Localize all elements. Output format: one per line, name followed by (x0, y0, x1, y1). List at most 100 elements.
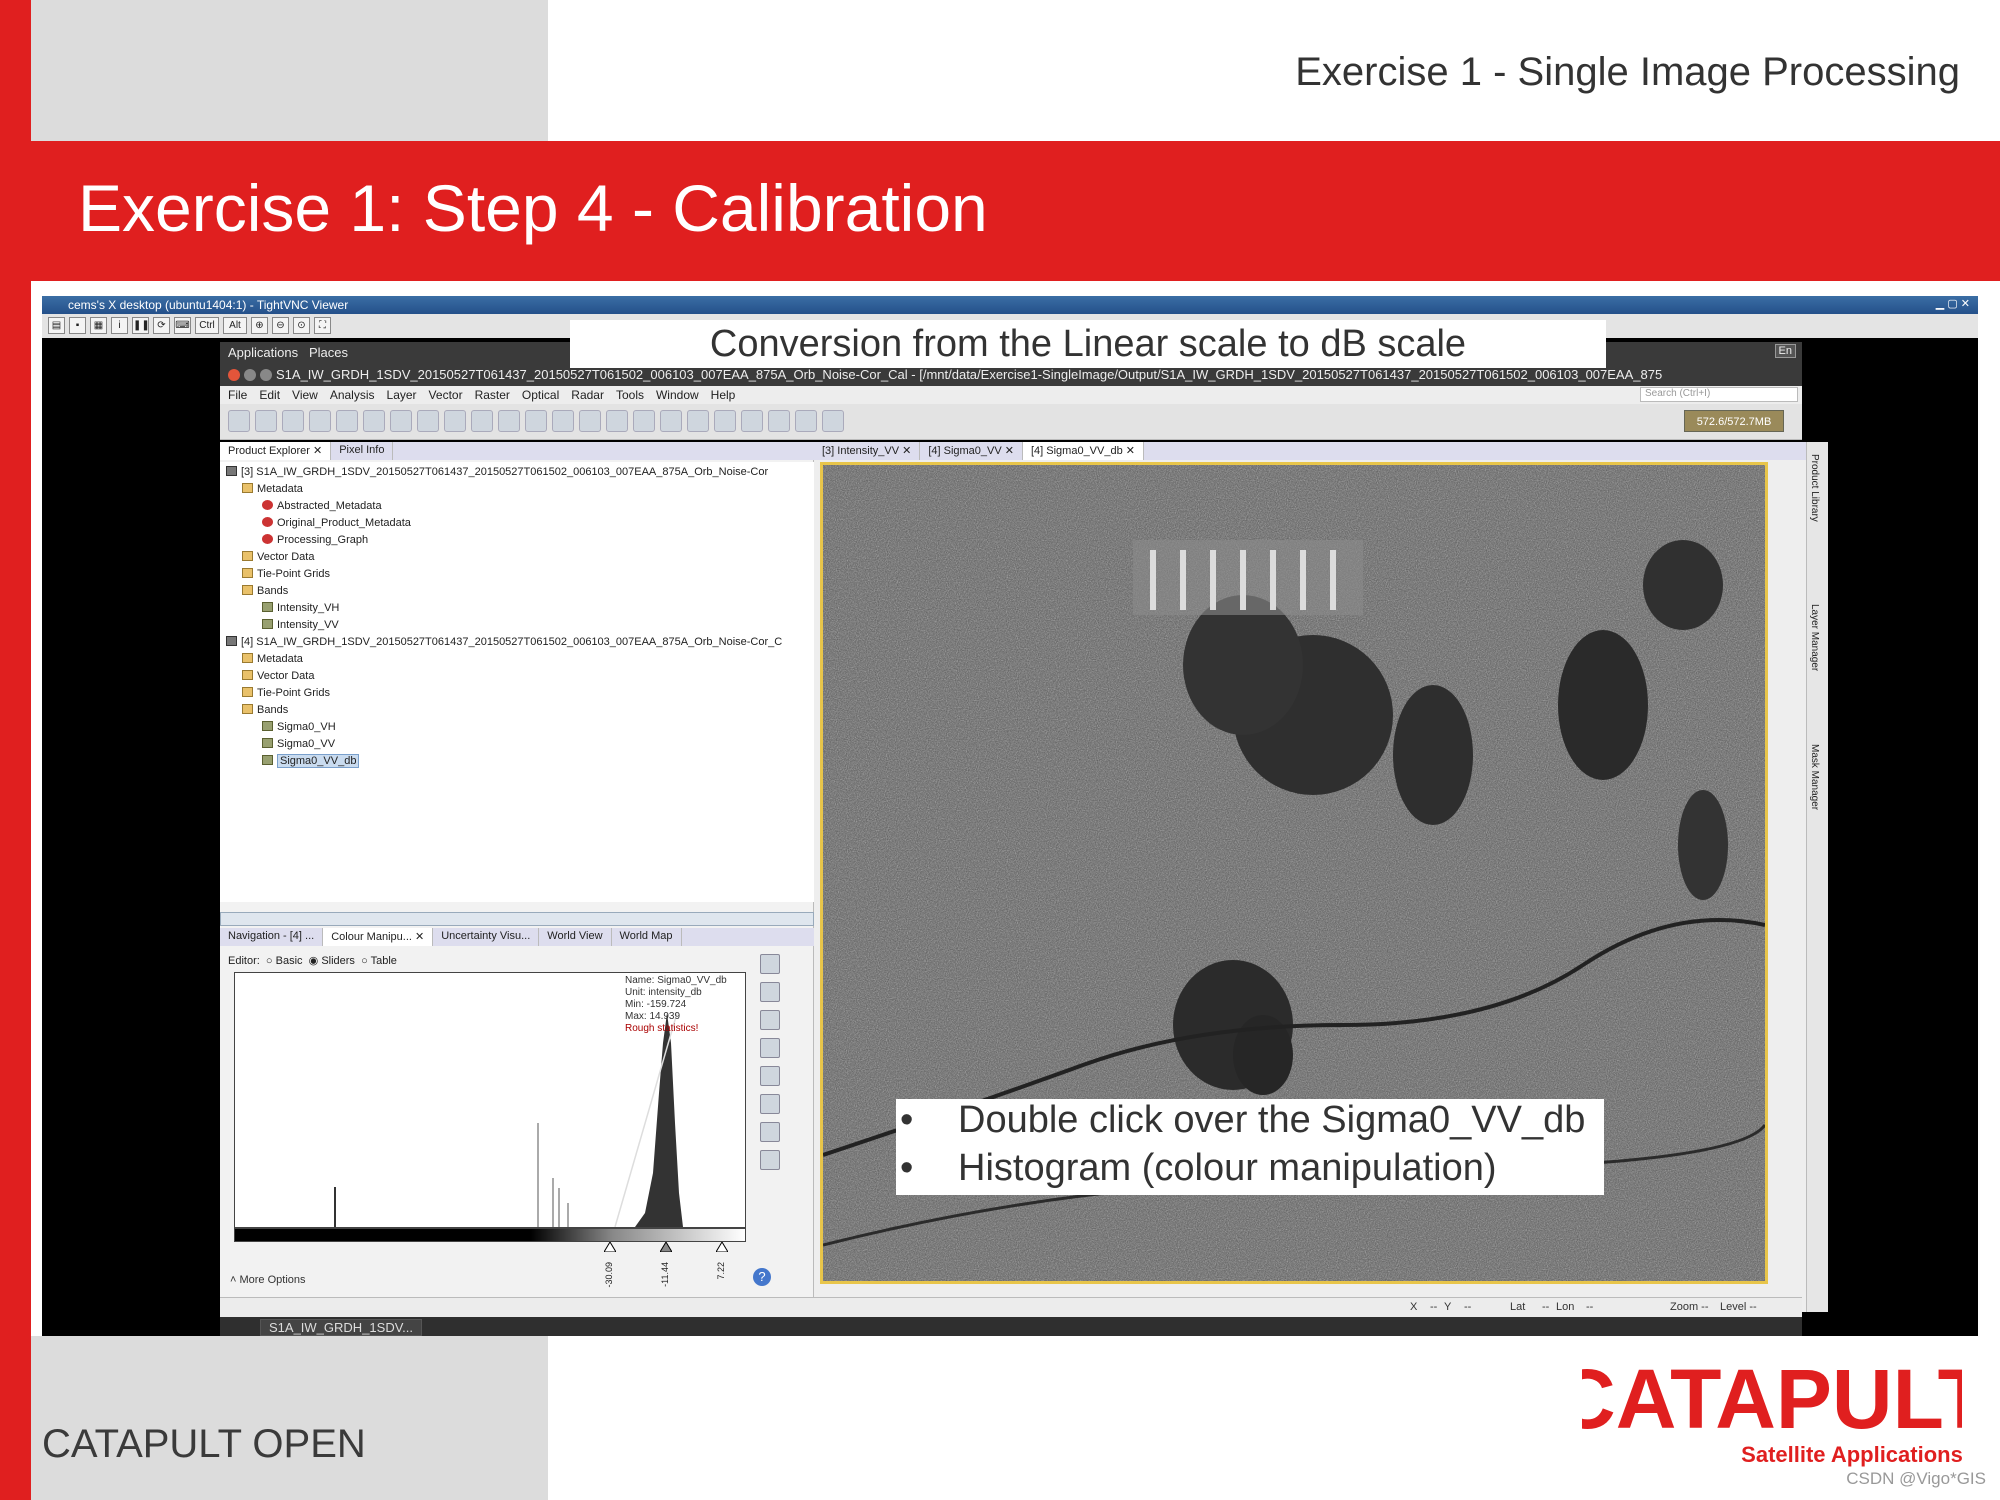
zoom-in-icon[interactable]: ⊕ (251, 317, 268, 334)
tree-item[interactable]: Processing_Graph (262, 532, 368, 548)
menu-raster[interactable]: Raster (475, 388, 510, 402)
import-icon[interactable] (760, 982, 780, 1002)
slider-mid-handle[interactable] (660, 1242, 672, 1252)
tab-uncertainty[interactable]: Uncertainty Visu... (433, 928, 540, 946)
tab-world-view[interactable]: World View (539, 928, 612, 946)
more-icon[interactable] (760, 1150, 780, 1170)
ctrl-alt-del-icon[interactable]: ⌨ (174, 317, 191, 334)
tree-item[interactable]: Bands (242, 583, 288, 599)
tree-item[interactable]: Bands (242, 702, 288, 718)
applications-menu[interactable]: Applications (228, 345, 298, 360)
menu-help[interactable]: Help (711, 388, 736, 402)
close-icon[interactable]: ✕ (1961, 298, 1970, 310)
menu-tools[interactable]: Tools (616, 388, 644, 402)
menu-layer[interactable]: Layer (387, 388, 417, 402)
menu-file[interactable]: File (228, 388, 247, 402)
menu-analysis[interactable]: Analysis (330, 388, 375, 402)
menu-edit[interactable]: Edit (259, 388, 280, 402)
save-icon[interactable]: ▪ (69, 317, 86, 334)
zoom-out-histogram-icon[interactable] (760, 1094, 780, 1114)
tab-navigation[interactable]: Navigation - [4] ... (220, 928, 324, 946)
slider-max-handle[interactable] (716, 1242, 728, 1252)
polygon-tool-icon[interactable] (552, 410, 574, 432)
statistics-icon[interactable] (714, 410, 736, 432)
options-icon[interactable]: ▦ (90, 317, 107, 334)
world-map-icon[interactable] (660, 410, 682, 432)
menu-radar[interactable]: Radar (571, 388, 604, 402)
minimize-icon[interactable]: ▁ (1936, 298, 1944, 310)
new-connection-icon[interactable]: ▤ (48, 317, 65, 334)
tab-intensity-vv[interactable]: [3] Intensity_VV ✕ (814, 442, 921, 460)
tree-item[interactable]: Intensity_VH (262, 600, 339, 616)
maximize-icon[interactable] (260, 369, 272, 381)
radio-sliders[interactable]: ◉ Sliders (309, 955, 355, 967)
histogram-icon[interactable] (687, 410, 709, 432)
horizontal-scrollbar[interactable] (220, 912, 814, 926)
tab-product-explorer[interactable]: Product Explorer ✕ (220, 442, 332, 460)
radio-table[interactable]: ○ Table (361, 955, 397, 967)
taskbar-item[interactable]: S1A_IW_GRDH_1SDV... (260, 1319, 423, 1336)
histogram-panel[interactable]: Name: Sigma0_VV_db Unit: intensity_db Mi… (234, 972, 746, 1228)
search-input[interactable]: Search (Ctrl+I) (1640, 387, 1798, 402)
tile-horizontal-icon[interactable] (768, 410, 790, 432)
open-product-icon[interactable] (228, 410, 250, 432)
menu-window[interactable]: Window (656, 388, 699, 402)
gcp-tool-icon[interactable] (444, 410, 466, 432)
tile-layout-icon[interactable] (741, 410, 763, 432)
tree-item[interactable]: Sigma0_VH (262, 719, 336, 735)
tree-item[interactable]: Original_Product_Metadata (262, 515, 411, 531)
save-product-icon[interactable] (255, 410, 277, 432)
minimize-icon[interactable] (244, 369, 256, 381)
tree-item[interactable]: Tie-Point Grids (242, 685, 330, 701)
tree-item[interactable]: Vector Data (242, 668, 314, 684)
tree-item[interactable]: Metadata (242, 481, 303, 497)
tree-item[interactable]: Metadata (242, 651, 303, 667)
tree-item[interactable]: Vector Data (242, 549, 314, 565)
tab-pixel-info[interactable]: Pixel Info (331, 442, 394, 460)
places-menu[interactable]: Places (309, 345, 348, 360)
zoom-out-icon[interactable]: ⊖ (272, 317, 289, 334)
vnc-window-controls[interactable]: ▁ ▢ ✕ (1936, 297, 1970, 310)
tree-item[interactable]: Abstracted_Metadata (262, 498, 382, 514)
close-icon[interactable] (228, 369, 240, 381)
pause-icon[interactable]: ❚❚ (132, 317, 150, 334)
tile-vertical-icon[interactable] (795, 410, 817, 432)
ctrl-key-button[interactable]: Ctrl (195, 317, 219, 334)
tree-item[interactable]: Sigma0_VV (262, 736, 335, 752)
slider-min-handle[interactable] (604, 1242, 616, 1252)
tree-item[interactable]: Intensity_VV (262, 617, 339, 633)
polyline-tool-icon[interactable] (498, 410, 520, 432)
pan-tool-icon[interactable] (363, 410, 385, 432)
zoom-fit-icon[interactable]: ⊙ (293, 317, 310, 334)
language-indicator[interactable]: En (1774, 344, 1796, 358)
ellipse-tool-icon[interactable] (579, 410, 601, 432)
help-icon[interactable]: ? (753, 1268, 771, 1286)
more-options-toggle[interactable]: ˄ More Options (230, 1274, 306, 1286)
reset-icon[interactable] (760, 954, 780, 974)
zoom-in-histogram-icon[interactable] (760, 1066, 780, 1086)
menu-vector[interactable]: Vector (429, 388, 463, 402)
maximize-icon[interactable]: ▢ (1947, 298, 1957, 310)
range-finder-icon[interactable] (633, 410, 655, 432)
info-icon[interactable]: i (111, 317, 128, 334)
tree-item[interactable]: Tie-Point Grids (242, 566, 330, 582)
layer-manager-tab[interactable]: Layer Manager (1809, 604, 1820, 671)
fullscreen-icon[interactable]: ⛶ (314, 317, 331, 334)
tree-item-selected[interactable]: Sigma0_VV_db (262, 753, 360, 769)
rectangle-tool-icon[interactable] (525, 410, 547, 432)
tab-colour-manipulation[interactable]: Colour Manipu... ✕ (323, 928, 434, 946)
stretch-95-icon[interactable] (760, 1038, 780, 1058)
menu-optical[interactable]: Optical (522, 388, 559, 402)
sync-views-icon[interactable] (822, 410, 844, 432)
log-scale-icon[interactable] (760, 1122, 780, 1142)
grid-icon[interactable] (309, 410, 331, 432)
tree-item[interactable]: [4] S1A_IW_GRDH_1SDV_20150527T061437_201… (226, 634, 782, 650)
export-icon[interactable] (760, 1010, 780, 1030)
tree-item[interactable]: [3] S1A_IW_GRDH_1SDV_20150527T061437_201… (226, 464, 768, 480)
refresh-icon[interactable]: ⟳ (153, 317, 170, 334)
magic-wand-icon[interactable] (606, 410, 628, 432)
radio-basic[interactable]: ○ Basic (266, 955, 303, 967)
graph-builder-icon[interactable] (282, 410, 304, 432)
pin-tool-icon[interactable] (417, 410, 439, 432)
memory-indicator[interactable]: 572.6/572.7MB (1684, 410, 1784, 432)
